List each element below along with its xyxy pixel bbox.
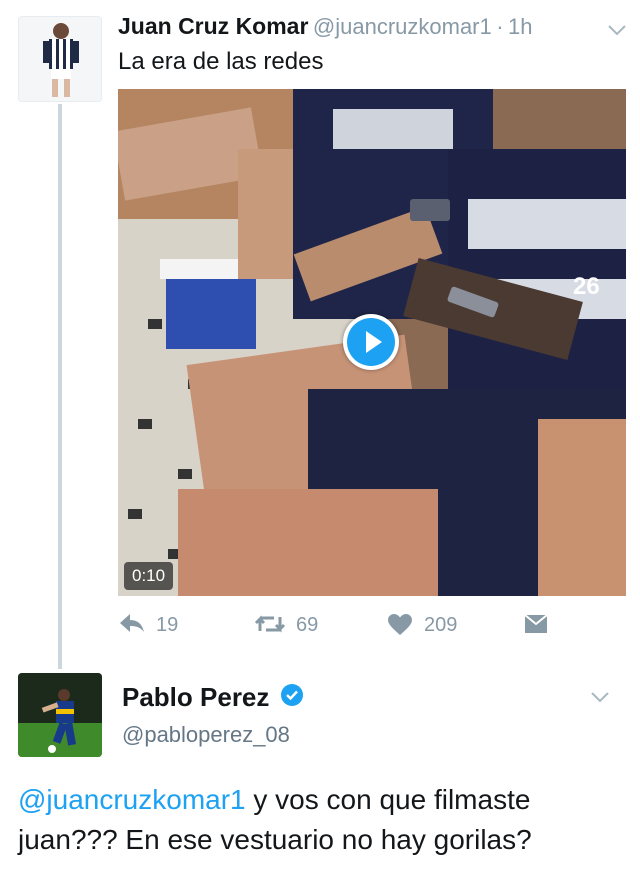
reply-icon	[120, 614, 144, 632]
reply-header: Pablo Perez	[122, 682, 269, 713]
verified-badge-icon	[281, 684, 303, 711]
tweet-text: La era de las redes	[118, 48, 324, 75]
envelope-icon	[524, 614, 548, 633]
player-photo	[18, 673, 102, 757]
tweet-header: Juan Cruz Komar @juancruzkomar1 · 1h	[118, 13, 532, 40]
reply-count: 19	[156, 614, 179, 636]
like-button[interactable]	[388, 614, 412, 641]
retweet-count: 69	[296, 614, 319, 636]
mention-link[interactable]: @juancruzkomar1	[18, 784, 246, 815]
author-handle[interactable]: @juancruzkomar1	[313, 14, 492, 39]
like-count: 209	[424, 614, 458, 636]
timestamp[interactable]: 1h	[508, 14, 532, 39]
avatar[interactable]	[18, 673, 102, 757]
thread-connector	[58, 104, 62, 669]
reply-text: @juancruzkomar1 y vos con que filmaste j…	[18, 780, 628, 860]
video-duration: 0:10	[124, 562, 174, 590]
author-handle[interactable]: @pabloperez_08	[122, 722, 290, 748]
chevron-down-icon[interactable]	[608, 20, 626, 41]
retweet-icon	[254, 615, 286, 633]
author-name[interactable]: Juan Cruz Komar	[118, 13, 308, 39]
reply-button[interactable]	[118, 612, 146, 639]
svg-text:26: 26	[573, 273, 600, 300]
avatar[interactable]	[18, 16, 102, 102]
direct-message-button[interactable]	[524, 614, 548, 639]
author-name[interactable]: Pablo Perez	[122, 682, 269, 712]
play-icon	[347, 318, 395, 366]
player-photo	[19, 17, 101, 101]
separator: ·	[496, 14, 504, 39]
retweet-button[interactable]	[254, 613, 286, 640]
heart-icon	[388, 614, 412, 635]
play-button[interactable]	[343, 314, 399, 370]
chevron-down-icon[interactable]	[591, 690, 609, 708]
